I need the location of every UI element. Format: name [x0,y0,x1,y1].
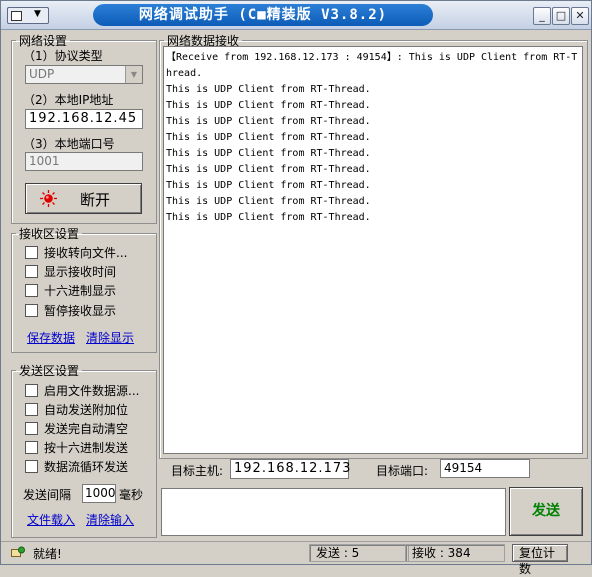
send-interval-input[interactable]: 1000 [82,484,116,503]
window-title: 网络调试助手 (C■精装版 V3.8.2) [93,4,433,26]
checkbox-label: 暂停接收显示 [44,304,117,318]
receive-line: This is UDP Client from RT-Thread. [166,164,371,175]
checkbox-auto-clear[interactable]: 发送完自动清空 [25,421,128,437]
send-input[interactable] [161,488,506,536]
receive-line: 【Receive from 192.168.12.173 : 49154】: T… [166,52,578,79]
checkbox-label: 启用文件数据源... [44,384,140,398]
local-ip-label: （2）本地IP地址 [23,93,114,107]
disconnect-button[interactable]: 断开 [25,183,142,214]
checkbox-show-recv-time[interactable]: 显示接收时间 [25,264,116,280]
send-settings-title: 发送区设置 [19,364,80,378]
app-window: ▼ 网络调试助手 (C■精装版 V3.8.2) _ □ ✕ 网络设置 （1）协议… [0,0,592,576]
local-port-label: （3）本地端口号 [23,137,115,151]
local-port-input[interactable]: 1001 [25,152,143,171]
sent-count: 发送 : 5 [309,544,409,562]
save-data-link[interactable]: 保存数据 [27,329,75,346]
clear-input-link[interactable]: 清除输入 [86,511,134,528]
checkbox-box[interactable] [25,284,38,297]
checkbox-pause-display[interactable]: 暂停接收显示 [25,303,116,319]
send-button[interactable]: 发送 [509,487,583,536]
send-interval-label: 发送间隔 [23,488,72,502]
receive-settings-title: 接收区设置 [19,227,80,241]
target-host-input[interactable]: 192.168.12.173 [230,459,350,479]
clear-display-link[interactable]: 清除显示 [86,329,134,346]
checkbox-label: 十六进制显示 [44,284,117,298]
checkbox-box[interactable] [25,265,38,278]
checkbox-box[interactable] [25,403,38,416]
checkbox-label: 按十六进制发送 [44,441,129,455]
checkbox-label: 显示接收时间 [44,265,117,279]
checkbox-hex-display[interactable]: 十六进制显示 [25,283,116,299]
target-port-input[interactable]: 49154 [440,459,530,478]
checkbox-label: 接收转向文件... [44,246,128,260]
receive-line: This is UDP Client from RT-Thread. [166,84,371,95]
target-port-label: 目标端口: [376,464,429,478]
protocol-label: （1）协议类型 [23,49,103,63]
protocol-select[interactable]: UDP ▼ [25,65,143,84]
receive-line: This is UDP Client from RT-Thread. [166,116,371,127]
dropdown-arrow-icon[interactable]: ▼ [125,66,142,83]
checkbox-box[interactable] [25,422,38,435]
receive-line: This is UDP Client from RT-Thread. [166,212,371,223]
minimize-button[interactable]: _ [533,7,551,25]
checkbox-recv-to-file[interactable]: 接收转向文件... [25,245,127,261]
close-button[interactable]: ✕ [571,7,589,25]
disconnect-label: 断开 [80,191,111,209]
chevron-down-icon: ▼ [34,9,41,19]
checkbox-box[interactable] [25,384,38,397]
status-bar: 就绪! 发送 : 5 接收 : 384 复位计数 [1,541,591,576]
received-count: 接收 : 384 [405,544,505,562]
status-icon [11,546,25,562]
receive-line: This is UDP Client from RT-Thread. [166,180,371,191]
system-menu-button[interactable]: ▼ [7,7,49,24]
checkbox-box[interactable] [25,246,38,259]
receive-line: This is UDP Client from RT-Thread. [166,100,371,111]
receive-line: This is UDP Client from RT-Thread. [166,196,371,207]
checkbox-loop-send[interactable]: 数据流循环发送 [25,459,128,475]
checkbox-label: 数据流循环发送 [44,460,129,474]
checkbox-box[interactable] [25,441,38,454]
checkbox-label: 发送完自动清空 [44,422,129,436]
checkbox-append-bit[interactable]: 自动发送附加位 [25,402,128,418]
checkbox-hex-send[interactable]: 按十六进制发送 [25,440,128,456]
load-file-link[interactable]: 文件载入 [27,511,75,528]
protocol-value: UDP [29,67,55,81]
maximize-button[interactable]: □ [552,7,570,25]
reset-count-button[interactable]: 复位计数 [512,544,568,576]
checkbox-box[interactable] [25,460,38,473]
led-icon [40,190,57,207]
receive-line: This is UDP Client from RT-Thread. [166,132,371,143]
send-interval-unit: 毫秒 [119,488,144,502]
receive-line: This is UDP Client from RT-Thread. [166,148,371,159]
checkbox-file-source[interactable]: 启用文件数据源... [25,383,139,399]
target-host-label: 目标主机: [171,464,224,478]
status-ready-text: 就绪! [33,547,62,561]
checkbox-box[interactable] [25,304,38,317]
title-bar: ▼ 网络调试助手 (C■精装版 V3.8.2) _ □ ✕ [1,1,591,30]
local-ip-input[interactable]: 192.168.12.45 [25,109,143,129]
receive-text-area[interactable]: 【Receive from 192.168.12.173 : 49154】: T… [163,46,583,454]
checkbox-label: 自动发送附加位 [44,403,129,417]
app-icon [11,11,22,21]
